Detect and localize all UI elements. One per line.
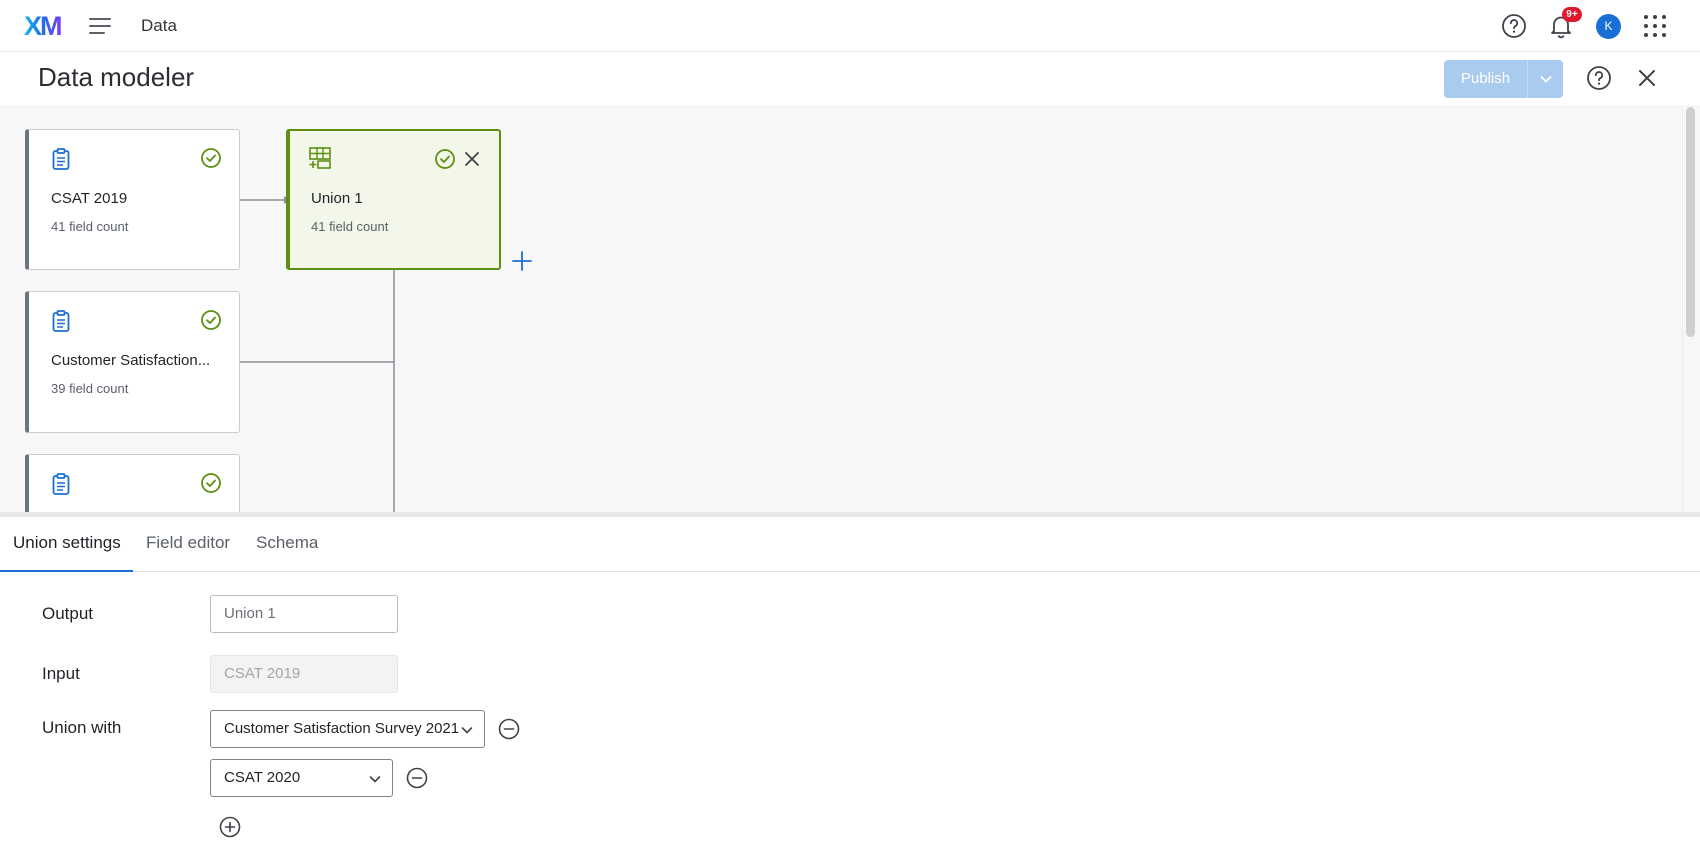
logo-text: XM — [24, 10, 62, 41]
app-title: Data — [141, 16, 177, 35]
close-icon[interactable] — [1633, 64, 1661, 92]
tab-field-editor[interactable]: Field editor — [146, 517, 230, 572]
publish-options-button[interactable] — [1527, 60, 1563, 98]
input-label: Input — [42, 664, 80, 683]
source-node-customer-satisfaction[interactable]: Customer Satisfaction... 39 field count — [25, 291, 240, 433]
node-field-count: 39 field count — [51, 381, 129, 396]
node-title: Union 1 — [311, 190, 363, 207]
tab-union-settings[interactable]: Union settings — [0, 517, 133, 572]
chevron-down-icon — [461, 727, 473, 734]
app-grid-icon[interactable] — [1641, 12, 1669, 40]
check-circle-icon — [201, 473, 221, 493]
remove-union-source-icon[interactable] — [405, 766, 429, 790]
top-navigation-bar: XM Data 9+ K — [0, 0, 1700, 52]
canvas-scrollbar-thumb[interactable] — [1686, 107, 1695, 337]
data-model-canvas[interactable]: CSAT 2019 41 field count Customer Satisf… — [0, 105, 1700, 514]
chevron-down-icon — [1540, 76, 1551, 83]
check-circle-icon — [201, 310, 221, 330]
node-field-count: 41 field count — [51, 219, 129, 234]
output-name-input[interactable]: Union 1 — [210, 595, 398, 633]
node-title: CSAT 2019 — [51, 190, 128, 207]
survey-clipboard-icon — [52, 473, 70, 495]
input-source-field: CSAT 2019 — [210, 655, 398, 693]
union-with-select-2[interactable]: CSAT 2020 — [210, 759, 393, 797]
add-step-plus-icon[interactable] — [510, 249, 534, 273]
publish-button-group: Publish — [1444, 60, 1563, 98]
chevron-down-icon — [369, 776, 381, 783]
notification-badge: 9+ — [1562, 7, 1582, 22]
node-title: Customer Satisfaction... — [51, 352, 211, 369]
add-union-source-icon[interactable] — [218, 815, 242, 839]
survey-clipboard-icon — [52, 148, 70, 170]
check-circle-icon — [201, 148, 221, 168]
union-with-label: Union with — [42, 718, 122, 737]
help-icon[interactable] — [1500, 12, 1528, 40]
union-table-icon — [309, 147, 331, 169]
publish-button[interactable]: Publish — [1444, 60, 1527, 98]
hamburger-menu-icon[interactable] — [88, 14, 114, 38]
output-label: Output — [42, 604, 94, 623]
connector-lines — [240, 196, 398, 514]
page-title: Data modeler — [38, 62, 195, 92]
node-field-count: 41 field count — [311, 219, 389, 234]
xm-logo[interactable]: XM — [24, 10, 62, 41]
union-node[interactable]: Union 1 41 field count — [286, 129, 501, 270]
source-node-csat-2019[interactable]: CSAT 2019 41 field count — [25, 129, 240, 270]
union-with-select-1[interactable]: Customer Satisfaction Survey 2021 — [210, 710, 485, 748]
survey-clipboard-icon — [52, 310, 70, 332]
remove-union-source-icon[interactable] — [497, 717, 521, 741]
avatar[interactable]: K — [1596, 14, 1621, 39]
tab-schema[interactable]: Schema — [256, 517, 318, 572]
settings-tabs: Union settings Field editor Schema — [0, 517, 1700, 572]
select-value: Customer Satisfaction Survey 2021 — [224, 720, 460, 737]
select-value: CSAT 2020 — [224, 769, 301, 786]
source-node-third[interactable] — [25, 454, 240, 514]
page-help-icon[interactable] — [1585, 64, 1613, 92]
check-circle-icon — [435, 149, 455, 169]
remove-node-icon[interactable] — [462, 149, 482, 169]
